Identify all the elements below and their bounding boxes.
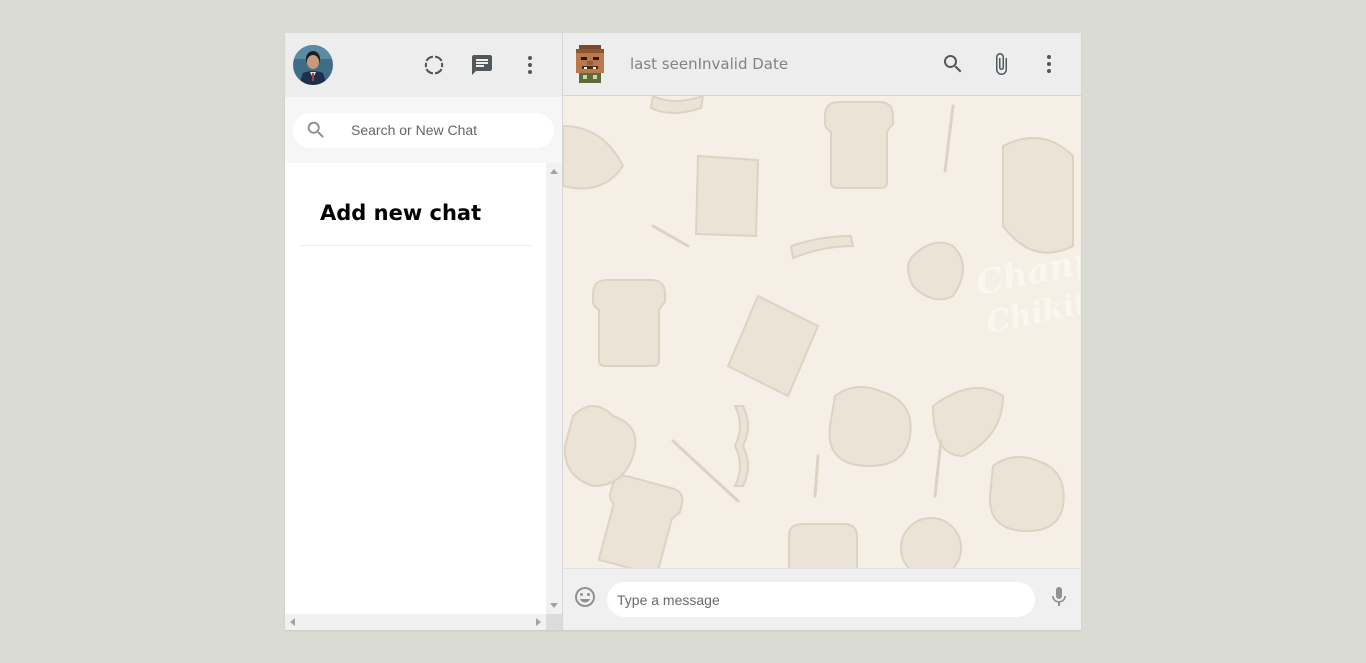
scroll-right-arrow-icon[interactable] bbox=[536, 618, 541, 626]
user-avatar[interactable] bbox=[293, 45, 333, 85]
last-seen-label: last seen bbox=[630, 54, 698, 73]
contact-status[interactable]: last seenInvalid Date bbox=[630, 55, 788, 74]
chat-search-button[interactable] bbox=[929, 40, 977, 88]
attach-button[interactable] bbox=[977, 40, 1025, 88]
chat-header-icons bbox=[929, 40, 1073, 88]
add-new-chat-item[interactable]: Add new chat bbox=[300, 163, 531, 246]
emoji-button[interactable] bbox=[573, 585, 597, 614]
more-vert-icon bbox=[528, 56, 532, 74]
chat-panel: last seenInvalid Date Chanpu Chikito Typ… bbox=[563, 33, 1081, 630]
search-icon bbox=[307, 121, 324, 138]
add-new-chat-label: Add new chat bbox=[320, 201, 482, 225]
last-seen-value: Invalid Date bbox=[697, 54, 789, 73]
sidebar: Add new chat bbox=[285, 33, 563, 630]
chat-list: Add new chat bbox=[285, 163, 546, 614]
scroll-up-arrow-icon[interactable] bbox=[550, 169, 558, 174]
vertical-scrollbar[interactable] bbox=[546, 163, 562, 614]
sidebar-search bbox=[285, 97, 562, 163]
scrollbar-corner bbox=[546, 614, 562, 630]
chat-header: last seenInvalid Date bbox=[563, 33, 1081, 96]
chat-app: Add new chat bbox=[285, 33, 1081, 630]
message-input[interactable] bbox=[607, 582, 1035, 617]
search-input[interactable] bbox=[351, 122, 531, 138]
search-icon bbox=[944, 55, 962, 73]
mic-icon bbox=[1052, 587, 1066, 606]
new-chat-button[interactable] bbox=[458, 41, 506, 89]
chat-footer bbox=[563, 568, 1081, 630]
new-chat-icon bbox=[472, 55, 492, 75]
emoji-icon bbox=[575, 587, 595, 607]
more-vert-icon bbox=[1047, 55, 1051, 73]
horizontal-scrollbar[interactable] bbox=[285, 614, 546, 630]
sidebar-menu-button[interactable] bbox=[506, 41, 554, 89]
chat-wallpaper: Chanpu Chikito bbox=[563, 96, 1080, 568]
attach-icon bbox=[996, 53, 1007, 75]
status-button[interactable] bbox=[410, 41, 458, 89]
contact-avatar[interactable] bbox=[573, 45, 607, 83]
scroll-down-arrow-icon[interactable] bbox=[550, 603, 558, 608]
chat-menu-button[interactable] bbox=[1025, 40, 1073, 88]
search-box bbox=[293, 112, 554, 148]
sidebar-header bbox=[285, 33, 562, 97]
sidebar-header-icons bbox=[410, 41, 554, 89]
chat-list-container: Add new chat bbox=[285, 163, 562, 630]
scroll-left-arrow-icon[interactable] bbox=[290, 618, 295, 626]
voice-message-button[interactable] bbox=[1047, 585, 1071, 614]
chat-messages-area: Chanpu Chikito bbox=[563, 96, 1081, 568]
status-icon bbox=[424, 55, 444, 75]
